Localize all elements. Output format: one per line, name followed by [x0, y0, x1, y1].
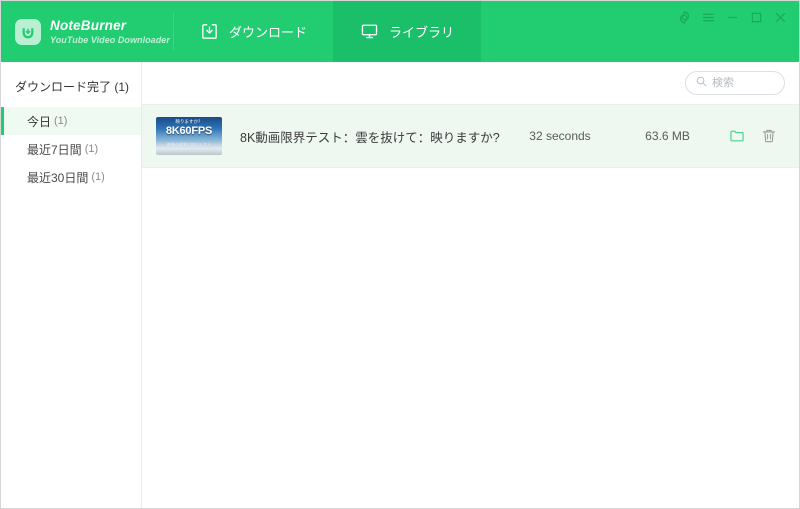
sidebar-item-last-30-days[interactable]: 最近30日間 (1)	[1, 163, 141, 191]
minimize-icon[interactable]	[721, 6, 743, 28]
trash-icon[interactable]	[759, 126, 779, 146]
sidebar-item-last-7-days-count: (1)	[84, 143, 99, 155]
video-size: 63.6 MB	[645, 129, 690, 143]
brand-title: NoteBurner	[50, 18, 127, 34]
download-box-icon	[15, 18, 41, 45]
main-content: 映りますか？ 8K60FPS 映像の限界に挑むテスト 8K動画限界テスト：雲を抜…	[142, 62, 799, 508]
maximize-icon[interactable]	[745, 6, 767, 28]
table-row[interactable]: 映りますか？ 8K60FPS 映像の限界に挑むテスト 8K動画限界テスト：雲を抜…	[142, 104, 799, 168]
search-input[interactable]	[712, 77, 774, 89]
monitor-icon	[360, 22, 379, 41]
tab-library-label: ライブラリ	[389, 25, 455, 40]
hamburger-icon[interactable]	[697, 6, 719, 28]
search-icon	[696, 74, 707, 92]
thumbnail-sub-text: 映像の限界に挑むテスト	[167, 142, 211, 147]
window-controls	[673, 6, 791, 28]
library-list: 映りますか？ 8K60FPS 映像の限界に挑むテスト 8K動画限界テスト：雲を抜…	[142, 104, 799, 508]
close-icon[interactable]	[769, 6, 791, 28]
search-box[interactable]	[685, 71, 785, 95]
sidebar-item-last-30-days-label: 最近30日間	[27, 170, 89, 185]
row-actions	[715, 126, 785, 146]
main-tabs: ダウンロード ライブラリ	[174, 1, 482, 62]
video-thumbnail: 映りますか？ 8K60FPS 映像の限界に挑むテスト	[156, 117, 222, 155]
sidebar: ダウンロード完了 (1) 今日 (1) 最近7日間 (1) 最近30日間 (1)	[1, 62, 142, 508]
download-tray-icon	[200, 22, 219, 41]
brand-divider	[173, 12, 174, 50]
sidebar-item-today-label: 今日	[27, 114, 52, 129]
sidebar-item-today[interactable]: 今日 (1)	[1, 107, 141, 135]
app-header: NoteBurner YouTube Video Downloader ダウンロ…	[1, 1, 799, 62]
folder-icon[interactable]	[727, 126, 747, 146]
tab-library[interactable]: ライブラリ	[333, 1, 482, 62]
main-toolbar	[142, 62, 799, 104]
app-window: NoteBurner YouTube Video Downloader ダウンロ…	[0, 0, 800, 509]
video-duration: 32 seconds	[529, 129, 591, 143]
sidebar-item-last-7-days-label: 最近7日間	[27, 142, 82, 157]
brand: NoteBurner YouTube Video Downloader	[1, 1, 174, 62]
brand-subtitle: YouTube Video Downloader	[50, 34, 170, 45]
brand-text: NoteBurner YouTube Video Downloader	[50, 18, 170, 44]
app-body: ダウンロード完了 (1) 今日 (1) 最近7日間 (1) 最近30日間 (1)	[1, 62, 799, 508]
thumbnail-main-text: 8K60FPS	[165, 125, 213, 137]
sidebar-item-last-7-days[interactable]: 最近7日間 (1)	[1, 135, 141, 163]
tab-download[interactable]: ダウンロード	[174, 1, 333, 62]
gear-icon[interactable]	[673, 6, 695, 28]
sidebar-item-today-count: (1)	[54, 115, 68, 127]
sidebar-heading: ダウンロード完了 (1)	[15, 80, 130, 94]
sidebar-item-last-30-days-count: (1)	[91, 171, 105, 183]
tab-download-label: ダウンロード	[229, 25, 308, 40]
video-title: 8K動画限界テスト：雲を抜けて：映りますか?	[240, 130, 500, 145]
